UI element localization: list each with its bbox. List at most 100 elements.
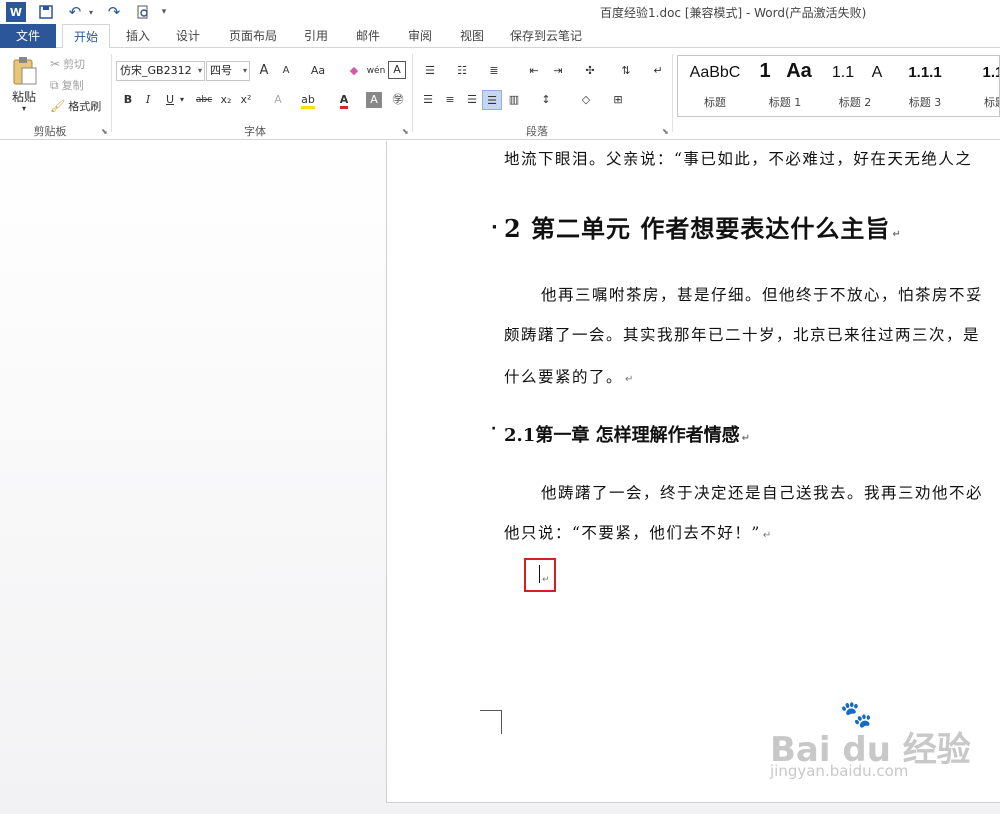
tab-review[interactable]: 审阅 <box>398 24 442 48</box>
cursor-highlight-box <box>524 558 556 592</box>
tab-insert[interactable]: 插入 <box>116 24 160 48</box>
change-case-button[interactable]: Aa <box>304 61 332 81</box>
undo-dropdown-icon[interactable]: ▾ <box>86 2 96 22</box>
style-heading-4[interactable]: 1.1. 标题 <box>960 56 999 116</box>
copy-button[interactable]: ⧉ 复制 <box>50 77 84 93</box>
sort-icon[interactable]: ⇅ <box>616 61 636 81</box>
justify-icon[interactable]: ☰ <box>482 90 502 110</box>
tab-view[interactable]: 视图 <box>450 24 494 48</box>
font-name-combo[interactable]: 仿宋_GB2312 ▾ <box>116 61 205 81</box>
clipboard-group-label: 剪贴板 <box>33 125 67 138</box>
font-color-icon[interactable]: A <box>334 90 354 110</box>
clear-formatting-icon[interactable]: ◆ <box>344 61 364 81</box>
word-app-icon[interactable]: W <box>6 2 26 22</box>
italic-button[interactable]: I <box>138 90 158 110</box>
clipboard-launcher-icon[interactable]: ⬊ <box>101 127 108 136</box>
borders-icon[interactable]: ⊞ <box>608 90 628 110</box>
style-sample: 1.1.1 <box>908 64 942 81</box>
cut-button[interactable]: ✂ 剪切 <box>50 56 85 72</box>
paste-button[interactable]: 粘贴 <box>12 88 36 105</box>
style-name: 标题 <box>704 96 726 109</box>
enclose-characters-icon[interactable]: ㊫ <box>388 90 408 110</box>
style-name: 标题 1 <box>768 96 802 109</box>
character-border-icon[interactable]: A <box>388 61 406 79</box>
shrink-font-button[interactable]: A <box>276 61 296 81</box>
highlight-icon[interactable]: ab <box>298 90 318 110</box>
baidu-watermark: 🐾 Bai du 经验 jingyan.baidu.com <box>770 700 995 790</box>
style-heading-2[interactable]: 1.1 A 标题 2 <box>820 56 890 116</box>
title-bar: W ↶ ▾ ↷ ▾ 百度经验1.doc [兼容模式] - Word(产品激活失败… <box>0 0 1000 24</box>
customize-qat-icon[interactable]: ▾ <box>158 2 170 22</box>
print-preview-icon[interactable] <box>133 2 153 22</box>
paste-dropdown-icon[interactable]: ▾ <box>22 104 26 113</box>
line-spacing-icon[interactable]: ↕ <box>536 90 556 110</box>
tab-page-layout[interactable]: 页面布局 <box>222 24 284 48</box>
paragraph-launcher-icon[interactable]: ⬊ <box>662 127 669 136</box>
text-caret[interactable] <box>539 565 540 583</box>
format-painter-button[interactable]: 🖌 格式刷 <box>50 98 101 114</box>
superscript-button[interactable]: x² <box>236 90 256 110</box>
separator <box>672 54 673 132</box>
character-shading-icon[interactable]: A <box>366 92 382 108</box>
increase-indent-icon[interactable]: ⇥ <box>548 61 568 81</box>
save-icon[interactable] <box>36 2 56 22</box>
paste-icon[interactable] <box>10 56 40 86</box>
multilevel-list-icon[interactable]: ≣ <box>484 61 504 81</box>
shading-icon[interactable]: ◇ <box>576 90 596 110</box>
strikethrough-button[interactable]: abc <box>192 90 216 110</box>
show-formatting-marks-icon[interactable]: ↵ <box>648 61 668 81</box>
chevron-down-icon: ▾ <box>197 66 202 75</box>
style-name: 标题 3 <box>908 96 942 109</box>
tab-references[interactable]: 引用 <box>294 24 338 48</box>
align-left-icon[interactable]: ☰ <box>418 90 438 110</box>
tab-home[interactable]: 开始 <box>62 24 110 49</box>
paragraph-mark-icon: ↵ <box>741 433 750 444</box>
undo-icon[interactable]: ↶ <box>64 2 86 22</box>
font-size-combo[interactable]: 四号 ▾ <box>206 61 250 81</box>
brush-icon: 🖌 <box>50 99 66 113</box>
body-text-line: 他再三嘱咐茶房，甚是仔细。但他终于不放心，怕茶房不妥 <box>541 286 984 304</box>
bullets-icon[interactable]: ☰ <box>420 61 440 81</box>
paragraph-mark-icon: ↵ <box>762 530 773 541</box>
style-sample: 1.1. <box>982 64 999 81</box>
separator <box>412 54 413 132</box>
body-text-line: 颇踌躇了一会。其实我那年已二十岁，北京已来往过两三次，是 <box>504 326 981 344</box>
chinese-layout-icon[interactable]: ✣ <box>580 61 600 81</box>
font-size-value: 四号 <box>210 64 232 77</box>
subscript-button[interactable]: x₂ <box>216 90 236 110</box>
chevron-down-icon: ▾ <box>242 66 247 75</box>
style-heading-3[interactable]: 1.1.1 标题 3 <box>890 56 960 116</box>
underline-dropdown-icon[interactable]: ▾ <box>176 90 188 110</box>
bold-button[interactable]: B <box>118 90 138 110</box>
tab-file[interactable]: 文件 <box>0 24 56 48</box>
distributed-icon[interactable]: ▥ <box>504 90 524 110</box>
copy-label: 复制 <box>61 79 84 92</box>
body-text-end: 什么要紧的了。 <box>504 368 624 386</box>
ribbon-tabs: 文件 开始 插入 设计 页面布局 引用 邮件 审阅 视图 保存到云笔记 <box>0 24 1000 49</box>
page-margin-corner-mark <box>480 710 502 734</box>
paragraph-mark-icon: ↵ <box>542 575 550 585</box>
heading-bullet: · <box>491 421 497 437</box>
separator <box>111 54 112 132</box>
tab-design[interactable]: 设计 <box>166 24 210 48</box>
heading-level-1: 2 第二单元 作者想要表达什么主旨 ↵ <box>504 209 902 244</box>
text-effects-icon[interactable]: A <box>268 90 288 110</box>
grow-font-button[interactable]: A <box>254 61 274 81</box>
phonetic-guide-icon[interactable]: wén <box>366 61 386 81</box>
heading-bullet: · <box>491 217 498 238</box>
tab-save-to-cloud-notes[interactable]: 保存到云笔记 <box>502 24 590 48</box>
format-painter-label: 格式刷 <box>68 100 102 113</box>
body-text-line: 地流下眼泪。父亲说：“事已如此，不必难过，好在天无绝人之 <box>504 150 973 168</box>
align-center-icon[interactable]: ≡ <box>440 90 460 110</box>
body-text-line: 他只说：“不要紧，他们去不好！” ↵ <box>504 521 773 543</box>
redo-icon[interactable]: ↷ <box>103 2 125 22</box>
scissors-icon: ✂ <box>50 57 61 71</box>
numbering-icon[interactable]: ☷ <box>452 61 472 81</box>
tab-mailings[interactable]: 邮件 <box>346 24 390 48</box>
decrease-indent-icon[interactable]: ⇤ <box>524 61 544 81</box>
paragraph-mark-icon: ↵ <box>625 374 635 385</box>
watermark-url: jingyan.baidu.com <box>770 762 909 780</box>
font-group-label: 字体 <box>244 125 266 138</box>
font-launcher-icon[interactable]: ⬊ <box>402 127 409 136</box>
align-right-icon[interactable]: ☰ <box>462 90 482 110</box>
